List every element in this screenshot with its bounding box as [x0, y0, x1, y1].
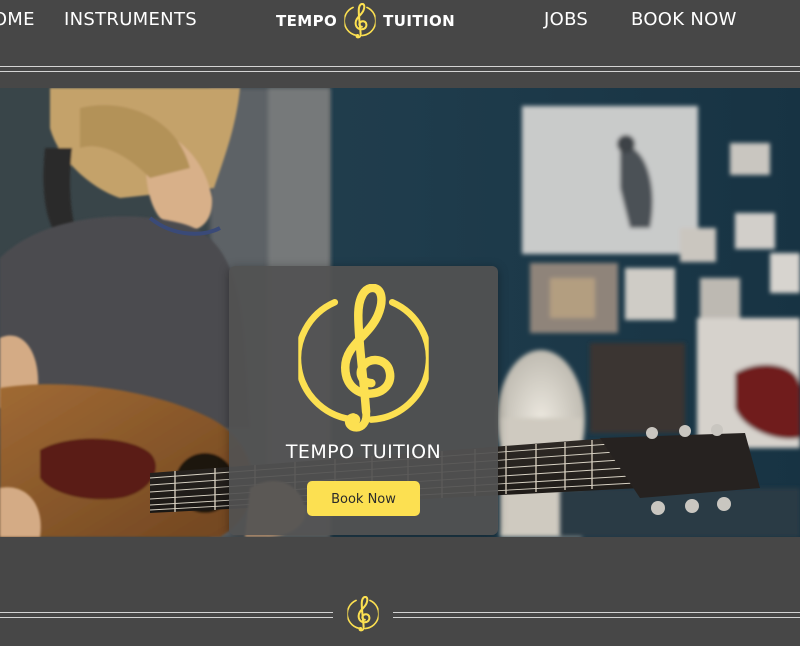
hero-title: TEMPO TUITION: [285, 441, 442, 463]
footer-divider-right: [393, 612, 800, 618]
hero-section: TEMPO TUITION Book Now: [0, 88, 800, 537]
treble-clef-icon: [343, 3, 377, 39]
book-now-button[interactable]: Book Now: [307, 481, 420, 516]
nav-divider: [0, 66, 800, 72]
brand-logo-link[interactable]: TEMPO TUITION: [276, 2, 455, 40]
footer-band: [0, 537, 800, 646]
brand-word-right: TUITION: [383, 12, 456, 30]
nav-instruments-link[interactable]: INSTRUMENTS: [64, 9, 197, 30]
nav-jobs-link[interactable]: JOBS: [544, 9, 588, 30]
hero-card: TEMPO TUITION Book Now: [229, 266, 498, 535]
nav-home-link[interactable]: HOME: [0, 9, 35, 30]
brand-word-left: TEMPO: [276, 12, 338, 30]
footer-divider-left: [0, 612, 333, 618]
treble-clef-icon: [346, 596, 380, 632]
top-navigation: HOME INSTRUMENTS TEMPO TUITION JOBS BOOK…: [0, 0, 800, 67]
nav-book-now-link[interactable]: BOOK NOW: [631, 9, 737, 30]
treble-clef-icon: [298, 284, 429, 434]
